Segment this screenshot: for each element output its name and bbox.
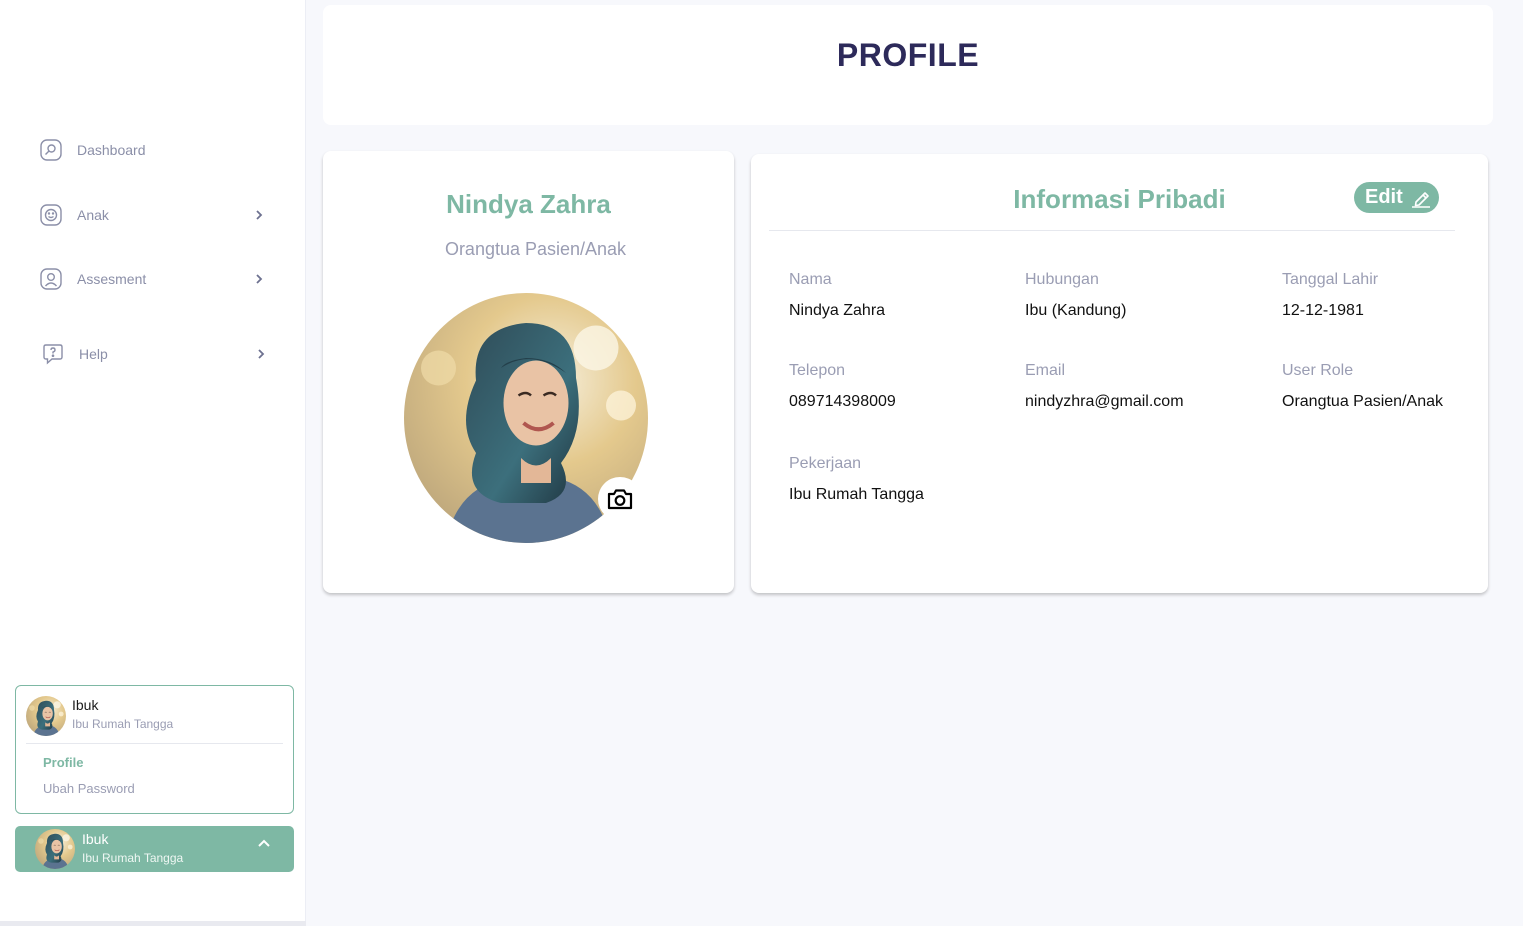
user-name: Ibuk <box>82 831 109 847</box>
change-password-link[interactable]: Ubah Password <box>43 781 135 796</box>
field-label: Pekerjaan <box>789 455 862 472</box>
edit-button[interactable]: Edit <box>1354 182 1439 213</box>
sidebar-item-anak[interactable]: Anak <box>38 200 278 230</box>
sidebar-item-label: Assesment <box>77 271 147 287</box>
user-menu-dropdown: Ibuk Ibu Rumah Tangga Profile Ubah Passw… <box>15 685 294 814</box>
sidebar-item-label: Anak <box>77 207 109 223</box>
sidebar: Dashboard Anak Assesment Help Ibuk Ibu R… <box>0 0 306 926</box>
dashboard-icon <box>38 137 64 163</box>
avatar <box>26 696 66 736</box>
profile-link[interactable]: Profile <box>43 755 83 770</box>
sidebar-item-dashboard[interactable]: Dashboard <box>38 135 278 165</box>
chevron-right-icon <box>256 274 263 284</box>
field-value: Ibu Rumah Tangga <box>789 486 924 503</box>
field-value: Orangtua Pasien/Anak <box>1282 393 1443 410</box>
field-tanggal-lahir: Tanggal Lahir 12-12-1981 <box>1282 271 1378 320</box>
avatar <box>35 829 75 869</box>
page-header: PROFILE <box>323 5 1493 125</box>
profile-name: Nindya Zahra <box>446 189 611 219</box>
divider <box>769 230 1455 231</box>
sidebar-item-label: Dashboard <box>77 142 146 158</box>
field-telepon: Telepon 089714398009 <box>789 362 896 411</box>
sidebar-item-help[interactable]: Help <box>38 339 278 369</box>
field-hubungan: Hubungan Ibu (Kandung) <box>1025 271 1126 320</box>
field-label: Hubungan <box>1025 271 1099 288</box>
sidebar-item-assesment[interactable]: Assesment <box>38 264 278 294</box>
change-photo-button[interactable] <box>598 477 642 521</box>
user-role: Ibu Rumah Tangga <box>72 717 174 731</box>
divider <box>26 743 283 744</box>
profile-role: Orangtua Pasien/Anak <box>444 239 627 259</box>
field-label: Telepon <box>789 362 846 379</box>
field-user-role: User Role Orangtua Pasien/Anak <box>1282 362 1443 411</box>
personal-info-card: Informasi Pribadi Edit Nama Nindya Zahra… <box>751 154 1488 593</box>
assessment-user-icon <box>38 266 64 292</box>
user-chip-toggle[interactable]: Ibuk Ibu Rumah Tangga <box>15 826 294 872</box>
profile-card: Nindya Zahra Orangtua Pasien/Anak <box>323 151 734 593</box>
field-pekerjaan: Pekerjaan Ibu Rumah Tangga <box>789 455 924 504</box>
user-name: Ibuk <box>72 697 99 713</box>
edit-label: Edit <box>1365 186 1403 208</box>
field-value: 089714398009 <box>789 393 896 410</box>
field-email: Email nindyzhra@gmail.com <box>1025 362 1184 411</box>
field-value: Nindya Zahra <box>789 302 886 319</box>
field-value: 12-12-1981 <box>1282 302 1364 319</box>
field-label: Tanggal Lahir <box>1282 271 1379 288</box>
chevron-right-icon <box>258 349 265 359</box>
chevron-up-icon <box>258 839 270 847</box>
field-value: Ibu (Kandung) <box>1025 302 1127 319</box>
sidebar-bottom-strip <box>0 921 306 926</box>
page-title: PROFILE <box>836 37 980 73</box>
camera-icon <box>607 489 633 510</box>
chevron-right-icon <box>256 210 263 220</box>
field-nama: Nama Nindya Zahra <box>789 271 885 320</box>
field-label: User Role <box>1282 362 1354 379</box>
field-value: nindyzhra@gmail.com <box>1025 393 1184 410</box>
field-label: Nama <box>789 271 832 288</box>
child-face-icon <box>38 202 64 228</box>
user-role: Ibu Rumah Tangga <box>82 851 184 865</box>
pencil-icon <box>1411 191 1430 208</box>
sidebar-item-label: Help <box>79 346 108 362</box>
field-label: Email <box>1025 362 1066 379</box>
help-icon <box>40 341 66 367</box>
